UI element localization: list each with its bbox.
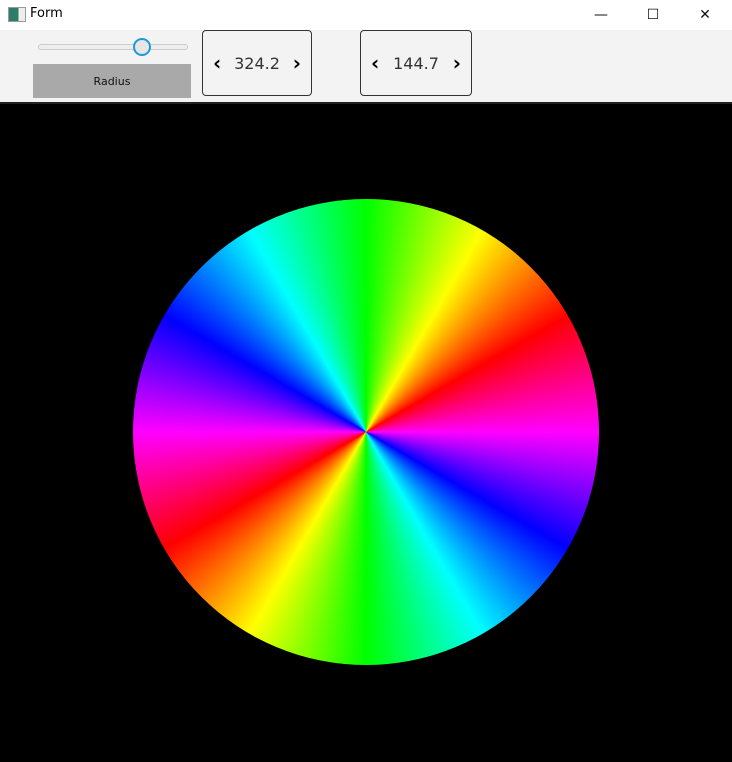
chevron-right-icon[interactable]: › bbox=[293, 51, 301, 75]
close-button[interactable]: ✕ bbox=[682, 0, 728, 30]
maximize-button[interactable]: ☐ bbox=[630, 0, 676, 30]
window-title: Form bbox=[30, 6, 63, 21]
spinner-2-value: 144.7 bbox=[393, 53, 439, 73]
color-wheel bbox=[133, 199, 599, 665]
radius-button[interactable]: Radius bbox=[33, 64, 191, 98]
chevron-left-icon[interactable]: ‹ bbox=[371, 51, 379, 75]
spinner-1: ‹ 324.2 › bbox=[202, 30, 312, 96]
radius-slider[interactable] bbox=[38, 44, 188, 50]
app-icon bbox=[8, 7, 26, 22]
drawing-canvas[interactable] bbox=[0, 104, 732, 762]
spinner-2: ‹ 144.7 › bbox=[360, 30, 472, 96]
minimize-button[interactable]: — bbox=[578, 0, 624, 30]
toolbar: Radius ‹ 324.2 › ‹ 144.7 › bbox=[0, 30, 732, 104]
spinner-1-value: 324.2 bbox=[234, 53, 280, 73]
slider-thumb[interactable] bbox=[132, 38, 151, 56]
title-bar: Form — ☐ ✕ bbox=[0, 0, 732, 30]
chevron-right-icon[interactable]: › bbox=[453, 51, 461, 75]
chevron-left-icon[interactable]: ‹ bbox=[213, 51, 221, 75]
